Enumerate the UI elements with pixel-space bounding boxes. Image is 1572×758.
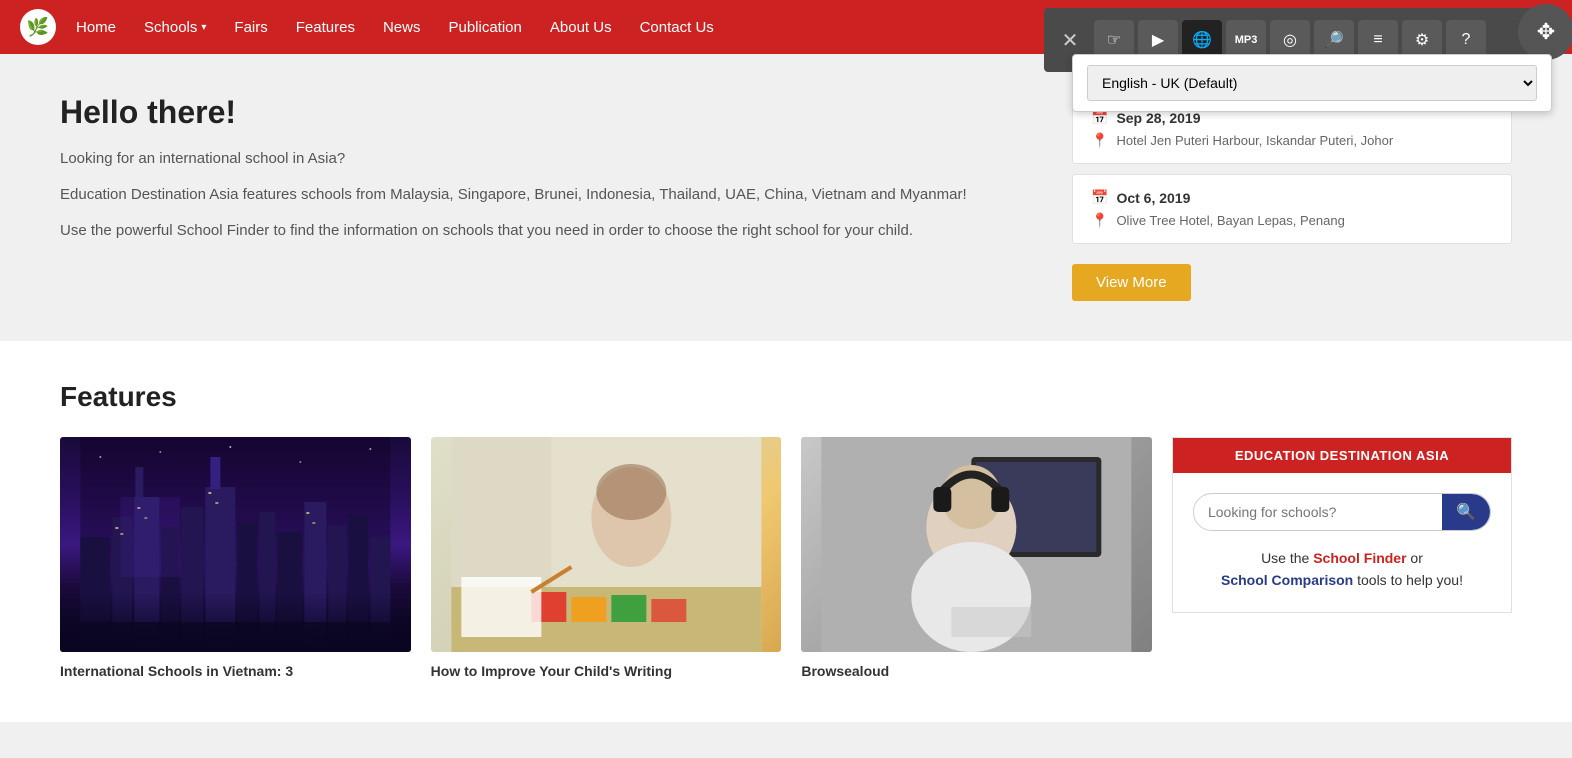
pin-icon-1: 📍 xyxy=(1091,132,1108,149)
schools-caret: ▾ xyxy=(201,22,206,33)
feature-title-writing: How to Improve Your Child's Writing xyxy=(431,662,782,682)
hero-events: 📅 Sep 28, 2019 📍 Hotel Jen Puteri Harbou… xyxy=(1072,94,1512,301)
hero-cta: Use the powerful School Finder to find t… xyxy=(60,219,1032,243)
feature-img-browsealoud xyxy=(801,437,1152,652)
toolbar-move-btn[interactable]: ✥ xyxy=(1518,4,1572,60)
hero-description: Education Destination Asia features scho… xyxy=(60,183,1032,207)
hero-subheading: Looking for an international school in A… xyxy=(60,147,1032,171)
school-search-input[interactable] xyxy=(1194,496,1442,528)
city-night-image xyxy=(60,437,411,652)
event-location-1: 📍 Hotel Jen Puteri Harbour, Iskandar Put… xyxy=(1091,132,1493,149)
event-date-2: 📅 Oct 6, 2019 xyxy=(1091,189,1493,206)
feature-card-browsealoud[interactable]: Browsealoud xyxy=(801,437,1152,682)
navbar: 🌿 Home Schools ▾ Fairs Features News Pub… xyxy=(0,0,1572,54)
pin-icon-2: 📍 xyxy=(1091,212,1108,229)
nav-publication[interactable]: Publication xyxy=(448,19,521,36)
calendar-icon-2: 📅 xyxy=(1091,189,1108,206)
school-finder-text: Use the School Finder or School Comparis… xyxy=(1193,547,1491,592)
nav-contact[interactable]: Contact Us xyxy=(640,19,714,36)
school-comparison-link[interactable]: School Comparison xyxy=(1221,572,1353,588)
nav-logo[interactable]: 🌿 xyxy=(20,9,56,45)
language-dropdown-wrapper: English - UK (Default) xyxy=(1072,54,1552,112)
sidebar-widget-header: EDUCATION DESTINATION ASIA xyxy=(1173,438,1511,473)
nav-home[interactable]: Home xyxy=(76,19,116,36)
feature-img-writing xyxy=(431,437,782,652)
hero-text: Hello there! Looking for an internationa… xyxy=(60,94,1032,301)
language-select[interactable]: English - UK (Default) xyxy=(1087,65,1537,101)
school-finder-link[interactable]: School Finder xyxy=(1313,550,1406,566)
event-item-2: 📅 Oct 6, 2019 📍 Olive Tree Hotel, Bayan … xyxy=(1072,174,1512,244)
school-search-box: 🔍 xyxy=(1193,493,1491,531)
sidebar-widget-body: 🔍 Use the School Finder or School Compar… xyxy=(1173,473,1511,612)
features-heading: Features xyxy=(60,381,1512,413)
event-location-2: 📍 Olive Tree Hotel, Bayan Lepas, Penang xyxy=(1091,212,1493,229)
features-grid: International Schools in Vietnam: 3 xyxy=(60,437,1512,682)
feature-title-vietnam: International Schools in Vietnam: 3 xyxy=(60,662,411,682)
school-search-button[interactable]: 🔍 xyxy=(1442,494,1490,530)
headphones-image xyxy=(801,437,1152,652)
nav-fairs[interactable]: Fairs xyxy=(234,19,267,36)
feature-card-vietnam[interactable]: International Schools in Vietnam: 3 xyxy=(60,437,411,682)
nav-features[interactable]: Features xyxy=(296,19,355,36)
nav-about[interactable]: About Us xyxy=(550,19,612,36)
view-more-button[interactable]: View More xyxy=(1072,264,1191,301)
nav-links: Home Schools ▾ Fairs Features News Publi… xyxy=(76,19,714,36)
sidebar-widget: EDUCATION DESTINATION ASIA 🔍 Use the Sch… xyxy=(1172,437,1512,613)
nav-schools[interactable]: Schools ▾ xyxy=(144,19,206,36)
features-section: Features xyxy=(0,341,1572,722)
feature-card-writing[interactable]: How to Improve Your Child's Writing xyxy=(431,437,782,682)
feature-title-browsealoud: Browsealoud xyxy=(801,662,1152,682)
hero-heading: Hello there! xyxy=(60,94,1032,131)
feature-img-vietnam xyxy=(60,437,411,652)
kid-writing-image xyxy=(431,437,782,652)
nav-news[interactable]: News xyxy=(383,19,421,36)
